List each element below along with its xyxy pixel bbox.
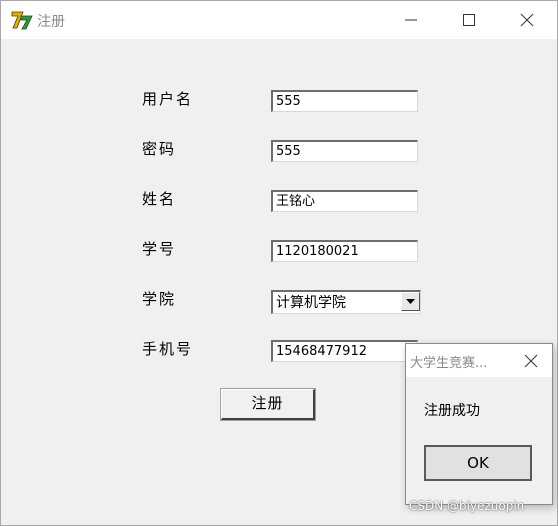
- college-select[interactable]: 计算机学院: [271, 290, 421, 314]
- student-id-label: 学号: [142, 240, 177, 258]
- title-bar[interactable]: 注册: [1, 1, 557, 39]
- college-selected-value: 计算机学院: [276, 295, 346, 311]
- name-input[interactable]: 王铭心: [271, 190, 418, 212]
- watermark: CSDN @biyezuopin: [409, 499, 525, 513]
- close-icon: [520, 13, 534, 27]
- chevron-down-icon: [406, 299, 415, 304]
- dialog-title: 大学生竞赛...: [410, 356, 488, 371]
- dialog-close-icon[interactable]: [522, 352, 540, 370]
- college-label: 学院: [142, 290, 177, 308]
- maximize-icon: [463, 14, 475, 26]
- phone-label: 手机号: [142, 340, 194, 358]
- student-id-input[interactable]: 1120180021: [271, 240, 418, 262]
- password-input[interactable]: 555: [271, 140, 418, 162]
- window-title: 注册: [37, 14, 65, 30]
- app-logo-icon: [11, 11, 33, 30]
- phone-input[interactable]: 15468477912: [271, 340, 418, 362]
- username-label: 用户名: [142, 90, 194, 108]
- minimize-button[interactable]: [382, 1, 440, 39]
- maximize-button[interactable]: [440, 1, 498, 39]
- college-dropdown-button[interactable]: [401, 292, 420, 311]
- close-button[interactable]: [498, 1, 556, 39]
- success-dialog: 大学生竞赛... 注册成功 OK: [405, 343, 553, 505]
- username-input[interactable]: 555: [271, 90, 418, 112]
- minimize-icon: [405, 19, 417, 21]
- dialog-message: 注册成功: [424, 403, 480, 419]
- dialog-title-bar[interactable]: 大学生竞赛...: [406, 344, 552, 377]
- ok-button[interactable]: OK: [424, 445, 532, 481]
- name-label: 姓名: [142, 190, 177, 208]
- password-label: 密码: [142, 140, 177, 158]
- register-button[interactable]: 注册: [220, 388, 316, 421]
